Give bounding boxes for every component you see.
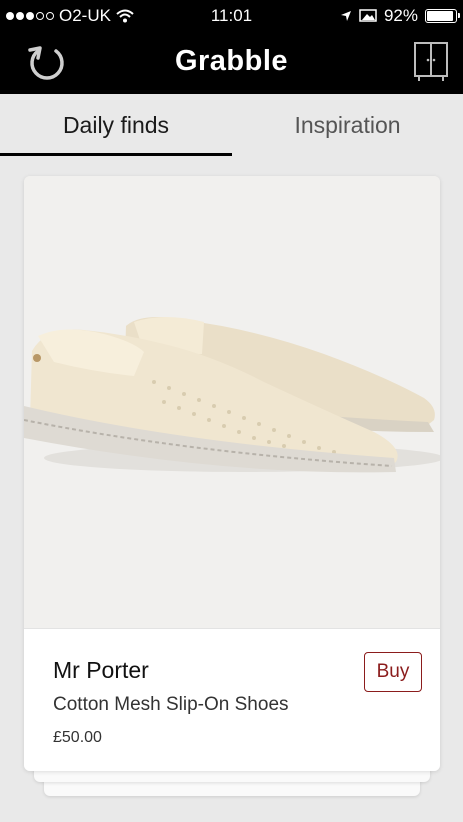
tab-bar: Daily finds Inspiration (0, 94, 463, 156)
product-card[interactable]: Mr Porter Cotton Mesh Slip-On Shoes £50.… (24, 176, 440, 771)
product-price: £50.00 (53, 729, 102, 746)
product-info: Mr Porter Cotton Mesh Slip-On Shoes £50.… (24, 628, 440, 771)
status-bar: O2-UK 11:01 92% (0, 0, 463, 32)
buy-button[interactable]: Buy (364, 652, 422, 692)
app-logo: Grabble (174, 45, 289, 77)
product-name: Cotton Mesh Slip-On Shoes (53, 694, 289, 715)
location-arrow-icon (340, 11, 351, 21)
battery-fill (427, 11, 453, 21)
tab-daily-finds[interactable]: Daily finds (0, 94, 232, 156)
status-right: 92% (340, 6, 460, 26)
active-tab-indicator (0, 153, 232, 156)
tab-inspiration[interactable]: Inspiration (232, 94, 463, 156)
app-header: Grabble (0, 32, 463, 94)
product-brand: Mr Porter (53, 657, 149, 683)
battery-percent: 92% (383, 6, 418, 25)
battery-icon (425, 9, 460, 23)
wardrobe-icon[interactable] (411, 40, 451, 84)
screen-mirroring-icon (359, 9, 377, 22)
product-image[interactable] (24, 176, 440, 628)
